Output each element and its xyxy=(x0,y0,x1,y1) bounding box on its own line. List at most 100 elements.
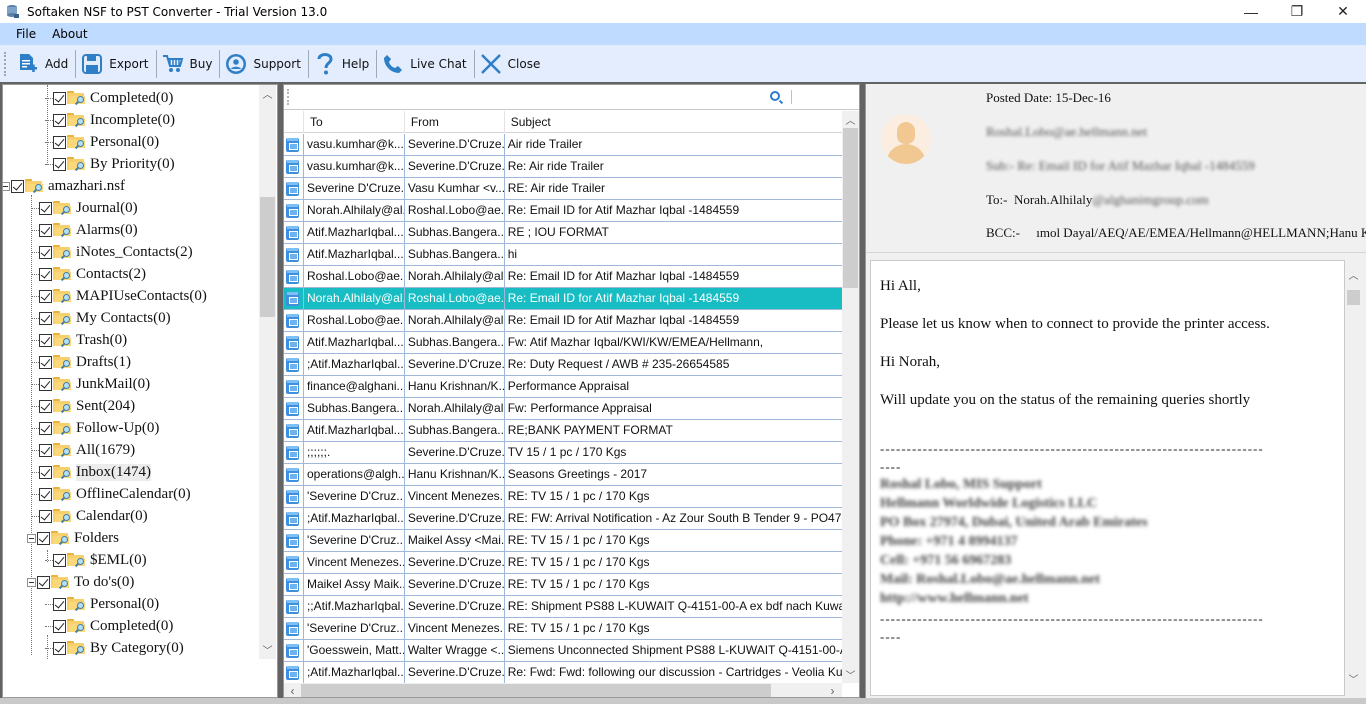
toolbar-grip[interactable] xyxy=(4,51,7,76)
tree-item[interactable]: Personal(0) xyxy=(53,131,159,153)
restore-button[interactable]: ❐ xyxy=(1274,0,1320,23)
scroll-up-arrow-icon[interactable]: ︿ xyxy=(259,85,276,102)
tree-item[interactable]: Personal(0) xyxy=(53,593,159,615)
checkbox[interactable] xyxy=(53,91,66,105)
tree-item[interactable]: By Priority(0) xyxy=(53,153,175,175)
collapse-toggle-icon[interactable] xyxy=(3,181,10,191)
checkbox[interactable] xyxy=(39,421,52,435)
email-row[interactable]: Subhas.Bangera... Norah.Alhilaly@al... Fw:… xyxy=(284,398,842,420)
search-input[interactable] xyxy=(294,88,764,106)
export-button[interactable]: Export xyxy=(77,49,154,79)
help-button[interactable]: Help xyxy=(310,49,375,79)
list-horizontal-scrollbar[interactable]: ‹ › xyxy=(284,683,842,697)
tree-item[interactable]: Calendar(0) xyxy=(39,505,148,527)
email-row[interactable]: Maikel Assy Maik... Severine.D'Cruze... RE… xyxy=(284,574,842,596)
email-row[interactable]: Norah.Alhilaly@al... Roshal.Lobo@ae... Re:… xyxy=(284,288,842,310)
checkbox[interactable] xyxy=(39,223,52,237)
column-header-from[interactable]: From xyxy=(405,111,505,133)
email-row[interactable]: Roshal.Lobo@ae... Norah.Alhilaly@al... Re:… xyxy=(284,310,842,332)
email-row[interactable]: 'Severine D'Cruz... Maikel Assy <Mai... RE… xyxy=(284,530,842,552)
collapse-toggle-icon[interactable] xyxy=(27,577,36,587)
email-row[interactable]: 'Severine D'Cruz... Vincent Menezes... RE:… xyxy=(284,486,842,508)
search-icon[interactable] xyxy=(770,91,780,101)
tree-item[interactable]: Trash(0) xyxy=(39,329,127,351)
tree-item[interactable]: To do's(0) xyxy=(27,571,134,593)
checkbox[interactable] xyxy=(53,597,66,611)
live-chat-button[interactable]: Live Chat xyxy=(378,49,472,79)
email-row[interactable]: 'Severine D'Cruz... Vincent Menezes... RE:… xyxy=(284,618,842,640)
checkbox[interactable] xyxy=(53,641,66,655)
checkbox[interactable] xyxy=(39,465,52,479)
menu-file[interactable]: File xyxy=(8,27,44,41)
tree-item[interactable]: Journal(0) xyxy=(39,197,138,219)
checkbox[interactable] xyxy=(39,487,52,501)
checkbox[interactable] xyxy=(53,113,66,127)
tree-item[interactable]: OfflineCalendar(0) xyxy=(39,483,191,505)
tree-item[interactable]: Inbox(1474) xyxy=(39,461,151,483)
email-row[interactable]: ;;Atif.MazharIqbal... Severine.D'Cruze...… xyxy=(284,596,842,618)
scroll-up-arrow-icon[interactable]: ︿ xyxy=(842,111,859,128)
close-window-button[interactable]: ✕ xyxy=(1320,0,1366,23)
scroll-down-arrow-icon[interactable]: ﹀ xyxy=(842,666,859,683)
email-row[interactable]: 'Goesswein, Matt... Walter Wragge <... Sie… xyxy=(284,640,842,662)
tree-item[interactable]: Drafts(1) xyxy=(39,351,131,373)
tree-item[interactable]: $EML(0) xyxy=(53,549,147,571)
menu-about[interactable]: About xyxy=(44,27,95,41)
email-row[interactable]: Vincent Menezes... Severine.D'Cruze... RE:… xyxy=(284,552,842,574)
email-body[interactable]: Hi All, Please let us know when to conne… xyxy=(870,260,1345,696)
checkbox[interactable] xyxy=(37,531,50,545)
tree-scroll-thumb[interactable] xyxy=(260,197,275,317)
minimize-button[interactable]: — xyxy=(1228,0,1274,23)
list-hscroll-thumb[interactable] xyxy=(301,684,771,697)
add-button[interactable]: Add xyxy=(13,49,74,79)
checkbox[interactable] xyxy=(37,575,50,589)
checkbox[interactable] xyxy=(39,267,52,281)
checkbox[interactable] xyxy=(11,179,24,193)
tree-item[interactable]: Folders xyxy=(27,527,119,549)
email-row[interactable]: Atif.MazharIqbal... Subhas.Bangera... RE ;… xyxy=(284,222,842,244)
column-header-to[interactable]: To xyxy=(304,111,405,133)
email-row[interactable]: Atif.MazharIqbal... Subhas.Bangera... hi xyxy=(284,244,842,266)
tree-item[interactable]: My Contacts(0) xyxy=(39,307,171,329)
checkbox[interactable] xyxy=(39,333,52,347)
checkbox[interactable] xyxy=(53,135,66,149)
tree-item[interactable]: Follow-Up(0) xyxy=(39,417,159,439)
tree-item[interactable]: Alarms(0) xyxy=(39,219,138,241)
email-row[interactable]: vasu.kumhar@k... Severine.D'Cruze... Re: A… xyxy=(284,156,842,178)
email-row[interactable]: ;;;;;;. Severine.D'Cruze... TV 15 / 1 pc /… xyxy=(284,442,842,464)
tree-item[interactable]: iNotes_Contacts(2) xyxy=(39,241,193,263)
tree-item[interactable]: JunkMail(0) xyxy=(39,373,150,395)
checkbox[interactable] xyxy=(39,289,52,303)
checkbox[interactable] xyxy=(39,399,52,413)
email-row[interactable]: Atif.MazharIqbal... Subhas.Bangera... Fw: … xyxy=(284,332,842,354)
collapse-toggle-icon[interactable] xyxy=(27,533,36,543)
tree-item[interactable]: By Category(0) xyxy=(53,637,184,659)
tree-item[interactable]: Contacts(2) xyxy=(39,263,146,285)
checkbox[interactable] xyxy=(53,157,66,171)
close-button[interactable]: Close xyxy=(476,49,547,79)
checkbox[interactable] xyxy=(39,377,52,391)
checkbox[interactable] xyxy=(39,245,52,259)
email-row[interactable]: Severine D'Cruze... Vasu Kumhar <v... RE: … xyxy=(284,178,842,200)
checkbox[interactable] xyxy=(39,311,52,325)
email-row[interactable]: Atif.MazharIqbal... Subhas.Bangera... RE;B… xyxy=(284,420,842,442)
tree-item[interactable]: All(1679) xyxy=(39,439,135,461)
support-button[interactable]: Support xyxy=(221,49,306,79)
tree-item[interactable]: Incomplete(0) xyxy=(53,109,175,131)
email-row[interactable]: ;Atif.MazharIqbal... Severine.D'Cruze... R… xyxy=(284,662,842,683)
checkbox[interactable] xyxy=(39,201,52,215)
checkbox[interactable] xyxy=(53,619,66,633)
scroll-down-arrow-icon[interactable]: ﹀ xyxy=(259,641,276,658)
email-row[interactable]: Norah.Alhilaly@al... Roshal.Lobo@ae... Re:… xyxy=(284,200,842,222)
tree-item[interactable]: Completed(0) xyxy=(53,615,173,637)
column-header-icon[interactable] xyxy=(284,111,304,133)
checkbox[interactable] xyxy=(53,553,66,567)
scroll-right-arrow-icon[interactable]: › xyxy=(824,683,841,697)
email-row[interactable]: operations@algh... Hanu Krishnan/K... Seas… xyxy=(284,464,842,486)
list-scroll-thumb[interactable] xyxy=(843,128,858,288)
email-row[interactable]: finance@alghani... Hanu Krishnan/K... Perf… xyxy=(284,376,842,398)
checkbox[interactable] xyxy=(39,509,52,523)
buy-button[interactable]: Buy xyxy=(158,49,219,79)
scroll-up-arrow-icon[interactable]: ︿ xyxy=(1345,266,1362,283)
checkbox[interactable] xyxy=(39,443,52,457)
